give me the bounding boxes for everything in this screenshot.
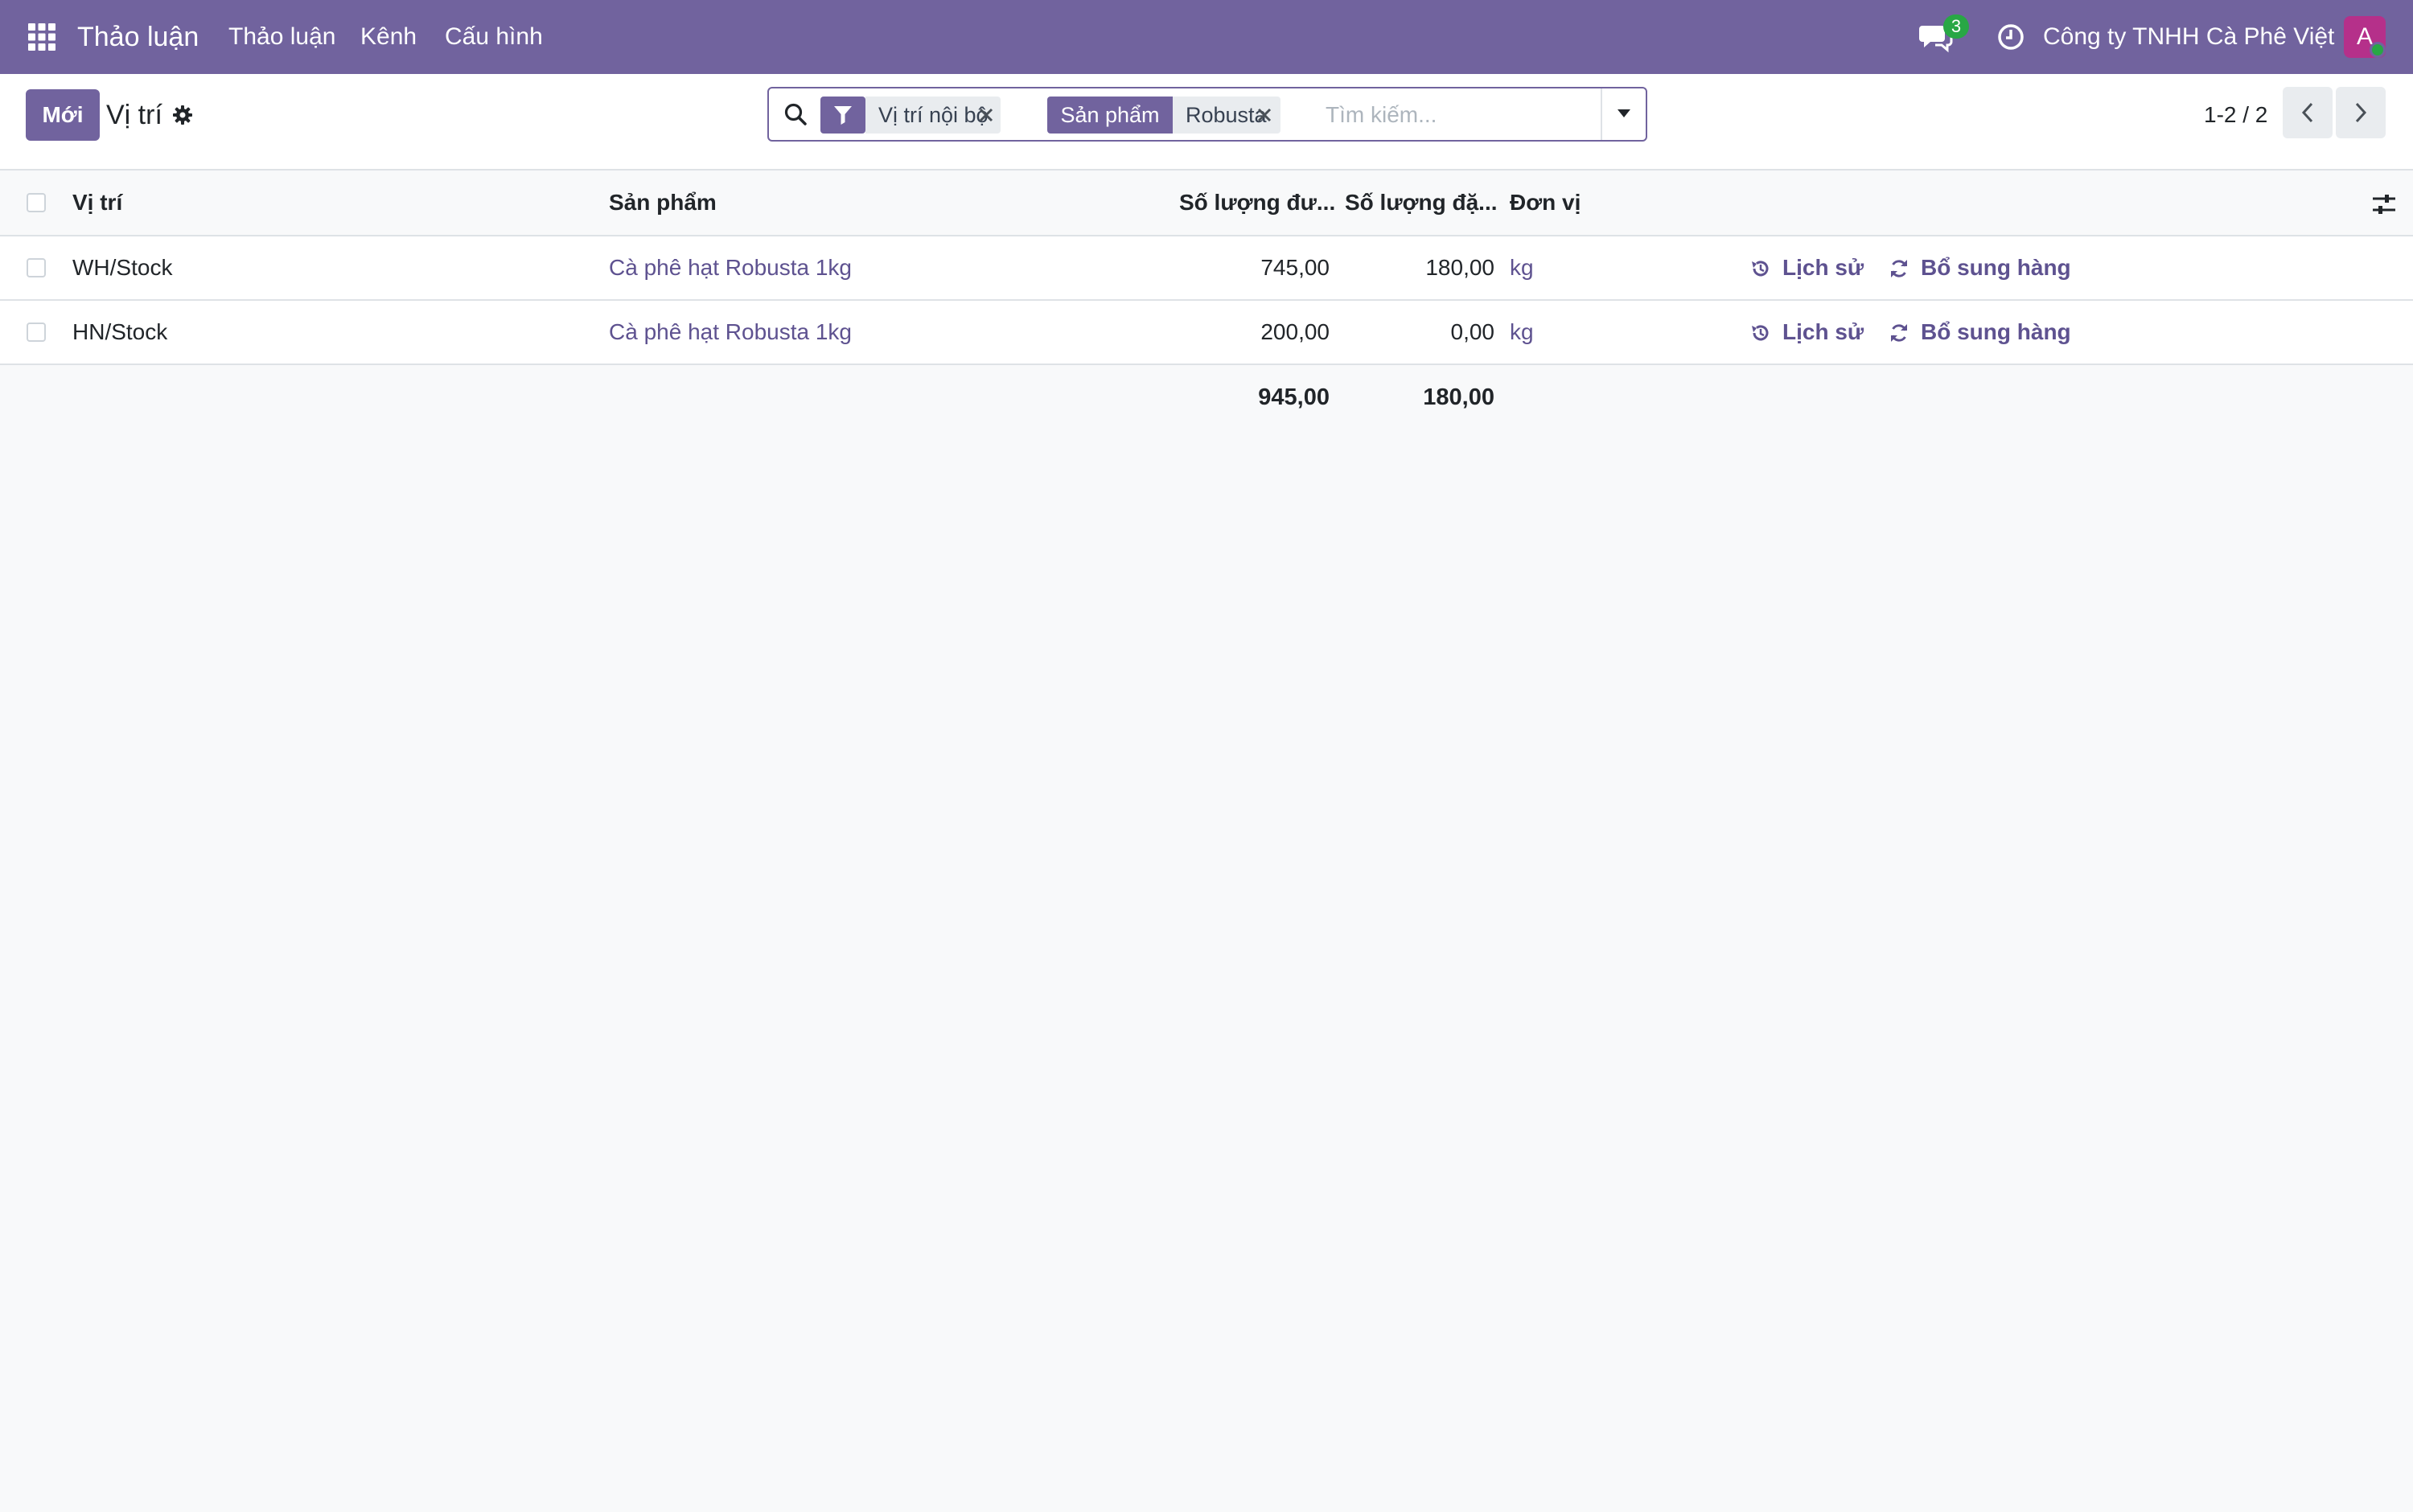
filter-facet-value: Vị trí nội bộ (878, 103, 989, 127)
new-button[interactable]: Mới (26, 89, 100, 141)
refresh-icon (1891, 260, 1907, 277)
column-header-product[interactable]: Sản phẩm (609, 171, 717, 235)
total-qty-reserved: 180,00 (1423, 384, 1494, 410)
table-header: Vị trí Sản phẩm Số lượng đư... Số lượng … (0, 171, 2413, 236)
select-all-checkbox[interactable] (27, 193, 46, 212)
search-icon[interactable] (783, 102, 808, 126)
cell-location: HN/Stock (72, 319, 168, 344)
cell-uom[interactable]: kg (1510, 236, 1534, 299)
top-navbar: Thảo luận Thảo luận Kênh Cấu hình 3 Công… (0, 0, 2413, 74)
replenish-button[interactable]: Bổ sung hàng (1889, 236, 2090, 299)
column-header-location[interactable]: Vị trí (72, 171, 122, 235)
cell-qty-on-hand: 200,00 (1260, 319, 1330, 344)
row-checkbox[interactable] (27, 258, 46, 277)
cell-qty-reserved: 0,00 (1450, 319, 1495, 344)
column-header-uom[interactable]: Đơn vị (1510, 171, 1581, 235)
close-icon[interactable] (1256, 107, 1272, 123)
total-qty-on-hand: 945,00 (1258, 384, 1330, 410)
history-label: Lịch sử (1782, 319, 1864, 344)
cell-product[interactable]: Cà phê hạt Robusta 1kg (609, 236, 852, 299)
menu-item-discuss[interactable]: Thảo luận (228, 0, 335, 74)
cell-location: WH/Stock (72, 255, 173, 280)
apps-grid-icon[interactable] (27, 23, 56, 51)
row-checkbox[interactable] (27, 323, 46, 342)
cell-qty-reserved: 180,00 (1425, 255, 1494, 280)
menu-item-channels[interactable]: Kênh (360, 0, 417, 74)
table-row[interactable]: HN/Stock Cà phê hạt Robusta 1kg 200,00 0… (0, 301, 2413, 365)
search-options-toggle[interactable] (1601, 88, 1646, 140)
close-icon[interactable] (978, 107, 994, 123)
product-facet-value: Robusta (1186, 103, 1267, 127)
replenish-button[interactable]: Bổ sung hàng (1889, 301, 2090, 364)
filter-facet-icon-box (820, 97, 865, 134)
column-header-qty-on-hand[interactable]: Số lượng đư... (1179, 171, 1335, 235)
menu-item-configuration[interactable]: Cấu hình (445, 0, 543, 74)
cell-qty-on-hand: 745,00 (1260, 255, 1330, 280)
app-title[interactable]: Thảo luận (77, 0, 199, 74)
pager-next-button[interactable] (2336, 87, 2386, 138)
table-row[interactable]: WH/Stock Cà phê hạt Robusta 1kg 745,00 1… (0, 236, 2413, 301)
column-header-qty-reserved[interactable]: Số lượng đặ... (1345, 171, 1498, 235)
product-facet: Robusta (1173, 97, 1280, 134)
replenish-label: Bổ sung hàng (1921, 255, 2071, 280)
search-bar: Vị trí nội bộ Sản phẩm Robusta (767, 87, 1647, 142)
history-button[interactable]: Lịch sử (1750, 301, 1871, 364)
caret-down-icon (1618, 109, 1630, 117)
cell-product[interactable]: Cà phê hạt Robusta 1kg (609, 301, 852, 364)
gear-icon[interactable] (172, 105, 193, 125)
chevron-left-icon (2301, 102, 2313, 123)
sliders-icon[interactable] (2371, 191, 2397, 217)
chat-badge: 3 (1943, 14, 1969, 39)
table-footer-totals: 945,00 180,00 (0, 365, 2413, 429)
control-panel: Mới Vị trí Vị trí nội bộ Sản phẩm Robust… (0, 74, 2413, 171)
pager-previous-button[interactable] (2283, 87, 2333, 138)
history-icon (1752, 325, 1769, 341)
company-switcher[interactable]: Công ty TNHH Cà Phê Việt (2043, 0, 2334, 74)
replenish-label: Bổ sung hàng (1921, 319, 2071, 344)
filter-facet: Vị trí nội bộ (865, 97, 1001, 134)
chevron-right-icon (2355, 102, 2367, 123)
history-button[interactable]: Lịch sử (1750, 236, 1871, 299)
history-label: Lịch sử (1782, 255, 1864, 280)
pager-value[interactable]: 1-2 / 2 (2204, 89, 2267, 141)
presence-indicator (2370, 42, 2386, 58)
refresh-icon (1891, 324, 1907, 342)
search-input[interactable] (1324, 95, 1560, 135)
page-title: Vị trí (106, 100, 162, 130)
history-icon (1752, 261, 1769, 277)
product-facet-label: Sản phẩm (1047, 97, 1173, 134)
cell-uom[interactable]: kg (1510, 301, 1534, 364)
filter-icon (834, 106, 852, 125)
clock-icon[interactable] (1996, 23, 2025, 51)
